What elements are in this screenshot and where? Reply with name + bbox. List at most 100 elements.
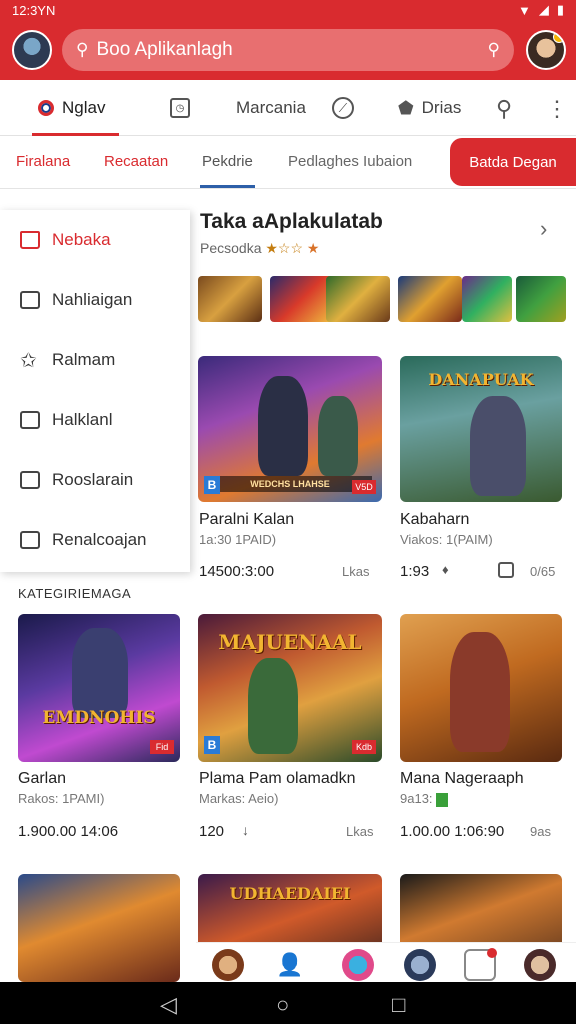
card-logo-text: UDHAEDAIEI <box>229 884 351 903</box>
bookmark-icon[interactable] <box>498 562 514 578</box>
meta-text: 9a13: <box>400 791 433 806</box>
compass-icon: ⟋ <box>332 97 354 119</box>
card-meta: 1a:30 1PAID) <box>199 532 277 547</box>
tab-label: Marcania <box>236 98 306 117</box>
card-logo-text: DANAPUAK <box>428 370 534 389</box>
card-logo-text: MAJUENAAL <box>218 630 362 654</box>
badge-b: B <box>204 476 220 494</box>
flame-icon: ♦ <box>442 562 449 577</box>
game-card-image[interactable]: DANAPUAK <box>400 356 562 502</box>
edit-square-icon <box>20 411 40 429</box>
card-title[interactable]: Plama Pam olamadkn <box>199 770 356 788</box>
menu-item-ralmam[interactable]: ✩ Ralmam <box>0 330 190 390</box>
hero-figure <box>248 658 298 754</box>
menu-label: Nebaka <box>52 230 111 249</box>
app-avatar-icon[interactable] <box>524 949 556 981</box>
home-icon <box>20 231 40 249</box>
game-thumbnail[interactable] <box>462 276 512 322</box>
menu-label: Renalcoajan <box>52 530 147 549</box>
download-icon: ↓ <box>242 822 249 838</box>
game-card-image[interactable]: MAJUENAAL B Kdb <box>198 614 382 762</box>
status-icons: ▼ ◢ ▮ <box>518 2 564 18</box>
badge-rating: V5D <box>352 480 376 494</box>
menu-item-renalcoajan[interactable]: Renalcoajan <box>0 510 190 570</box>
app-avatar-icon[interactable] <box>212 949 244 981</box>
back-icon[interactable]: ◁ <box>160 992 177 1018</box>
star-outline-icon: ✩ <box>20 349 37 372</box>
search-input[interactable]: Boo Aplikanlagh <box>96 39 487 61</box>
square-icon <box>20 291 40 309</box>
tab-nglav[interactable]: Nglav <box>31 80 121 136</box>
section-title: Taka aAplakulatab <box>200 210 383 233</box>
card-title[interactable]: Kabaharn <box>400 511 469 529</box>
rating-stars: ★☆☆ <box>265 240 304 256</box>
app-avatar-icon[interactable] <box>342 949 374 981</box>
status-bar: 12:3YN ▼ ◢ ▮ <box>0 0 576 20</box>
notification-app-icon[interactable] <box>464 948 497 981</box>
notification-badge <box>487 948 497 958</box>
card-stat-right: Lkas <box>346 824 374 839</box>
card-stat-right: Lkas <box>342 564 370 579</box>
profile-avatar[interactable] <box>12 30 52 70</box>
card-title[interactable]: Paralni Kalan <box>199 511 294 529</box>
card-stat: 1.00.00 1:06:90 <box>400 823 505 840</box>
card-stat-right: 0/65 <box>530 564 556 579</box>
more-vert-icon[interactable]: ⋮ <box>546 96 568 122</box>
tab-pekdrie[interactable]: Pekdrie <box>200 153 255 188</box>
user-icon[interactable]: 👤 <box>274 949 306 981</box>
promo-button[interactable]: Batda Degan <box>450 138 576 186</box>
game-card-image[interactable]: EMDNOHIS Fid <box>18 614 180 762</box>
app-screen: { "status": { "time": "12:3YN", "battery… <box>0 0 576 1024</box>
recents-icon[interactable]: □ <box>392 992 405 1018</box>
card-title[interactable]: Mana Nageraaph <box>400 770 524 788</box>
game-thumbnail[interactable] <box>270 276 334 322</box>
tab-pedlaghes[interactable]: Pedlaghes Iubaion <box>288 153 412 170</box>
game-card-image[interactable] <box>400 614 562 762</box>
primary-tabs: Nglav ◷ Marcania ⟋ ⬟ Drias ⚲ ⋮ <box>0 80 576 136</box>
menu-item-nahliaigan[interactable]: Nahliaigan <box>0 270 190 330</box>
navigation-drawer: Nebaka Nahliaigan ✩ Ralmam Halklanl Roos… <box>0 210 190 572</box>
menu-label: Rooslarain <box>52 470 134 489</box>
category-heading: KATEGIRIEMAGA <box>18 586 132 601</box>
card-stat-right: 9as <box>530 824 551 839</box>
account-avatar[interactable] <box>526 30 566 70</box>
badge-b: B <box>204 736 220 754</box>
badge-rating: Kdb <box>352 740 376 754</box>
tab-recaatan[interactable]: Recaatan <box>104 153 168 170</box>
tab-drias[interactable]: ⬟ Drias <box>398 80 461 136</box>
star-icon: ★ <box>306 240 320 256</box>
game-card-image[interactable]: WEDCHS LHAHSE B V5D <box>198 356 382 502</box>
tab-clock[interactable]: ◷ <box>170 80 190 136</box>
tab-marcania[interactable]: Marcania <box>236 80 306 136</box>
tab-label: Nglav <box>62 98 106 117</box>
search-icon: ⚲ <box>76 40 89 59</box>
game-thumbnail[interactable] <box>198 276 262 322</box>
hero-figure <box>318 396 358 476</box>
card-title[interactable]: Garlan <box>18 770 66 788</box>
section-subtitle: Pecsodka ★☆☆ ★ <box>200 240 319 257</box>
bottom-app-strip: 👤 <box>196 942 576 982</box>
menu-item-halklanl[interactable]: Halklanl <box>0 390 190 450</box>
tab-compass[interactable]: ⟋ <box>332 80 354 136</box>
game-thumbnail[interactable] <box>516 276 566 322</box>
chevron-right-icon[interactable]: › <box>540 216 547 242</box>
tab-firalana[interactable]: Firalana <box>16 153 70 170</box>
menu-item-rooslarain[interactable]: Rooslarain <box>0 450 190 510</box>
search-bar[interactable]: ⚲ Boo Aplikanlagh ⚲ <box>62 29 514 71</box>
game-thumbnail[interactable] <box>398 276 462 322</box>
game-thumbnail[interactable] <box>326 276 390 322</box>
card-stat: 1:93 <box>400 563 430 580</box>
system-nav-bar: ◁ ○ □ <box>0 982 576 1024</box>
search-submit-icon[interactable]: ⚲ <box>488 40 500 60</box>
card-stat: 120 <box>199 823 225 840</box>
tab-label: Drias <box>421 98 462 117</box>
card-stat: 1.900.00 14:06 <box>18 823 119 840</box>
menu-item-nebaka[interactable]: Nebaka <box>0 210 190 270</box>
game-card-image[interactable] <box>18 874 180 982</box>
hero-figure <box>450 632 510 752</box>
card-banner: WEDCHS LHAHSE <box>208 476 372 492</box>
card-stat: 14500:3:00 <box>199 563 275 580</box>
home-icon[interactable]: ○ <box>276 992 289 1018</box>
app-avatar-icon[interactable] <box>404 949 436 981</box>
search-icon[interactable]: ⚲ <box>496 96 512 122</box>
